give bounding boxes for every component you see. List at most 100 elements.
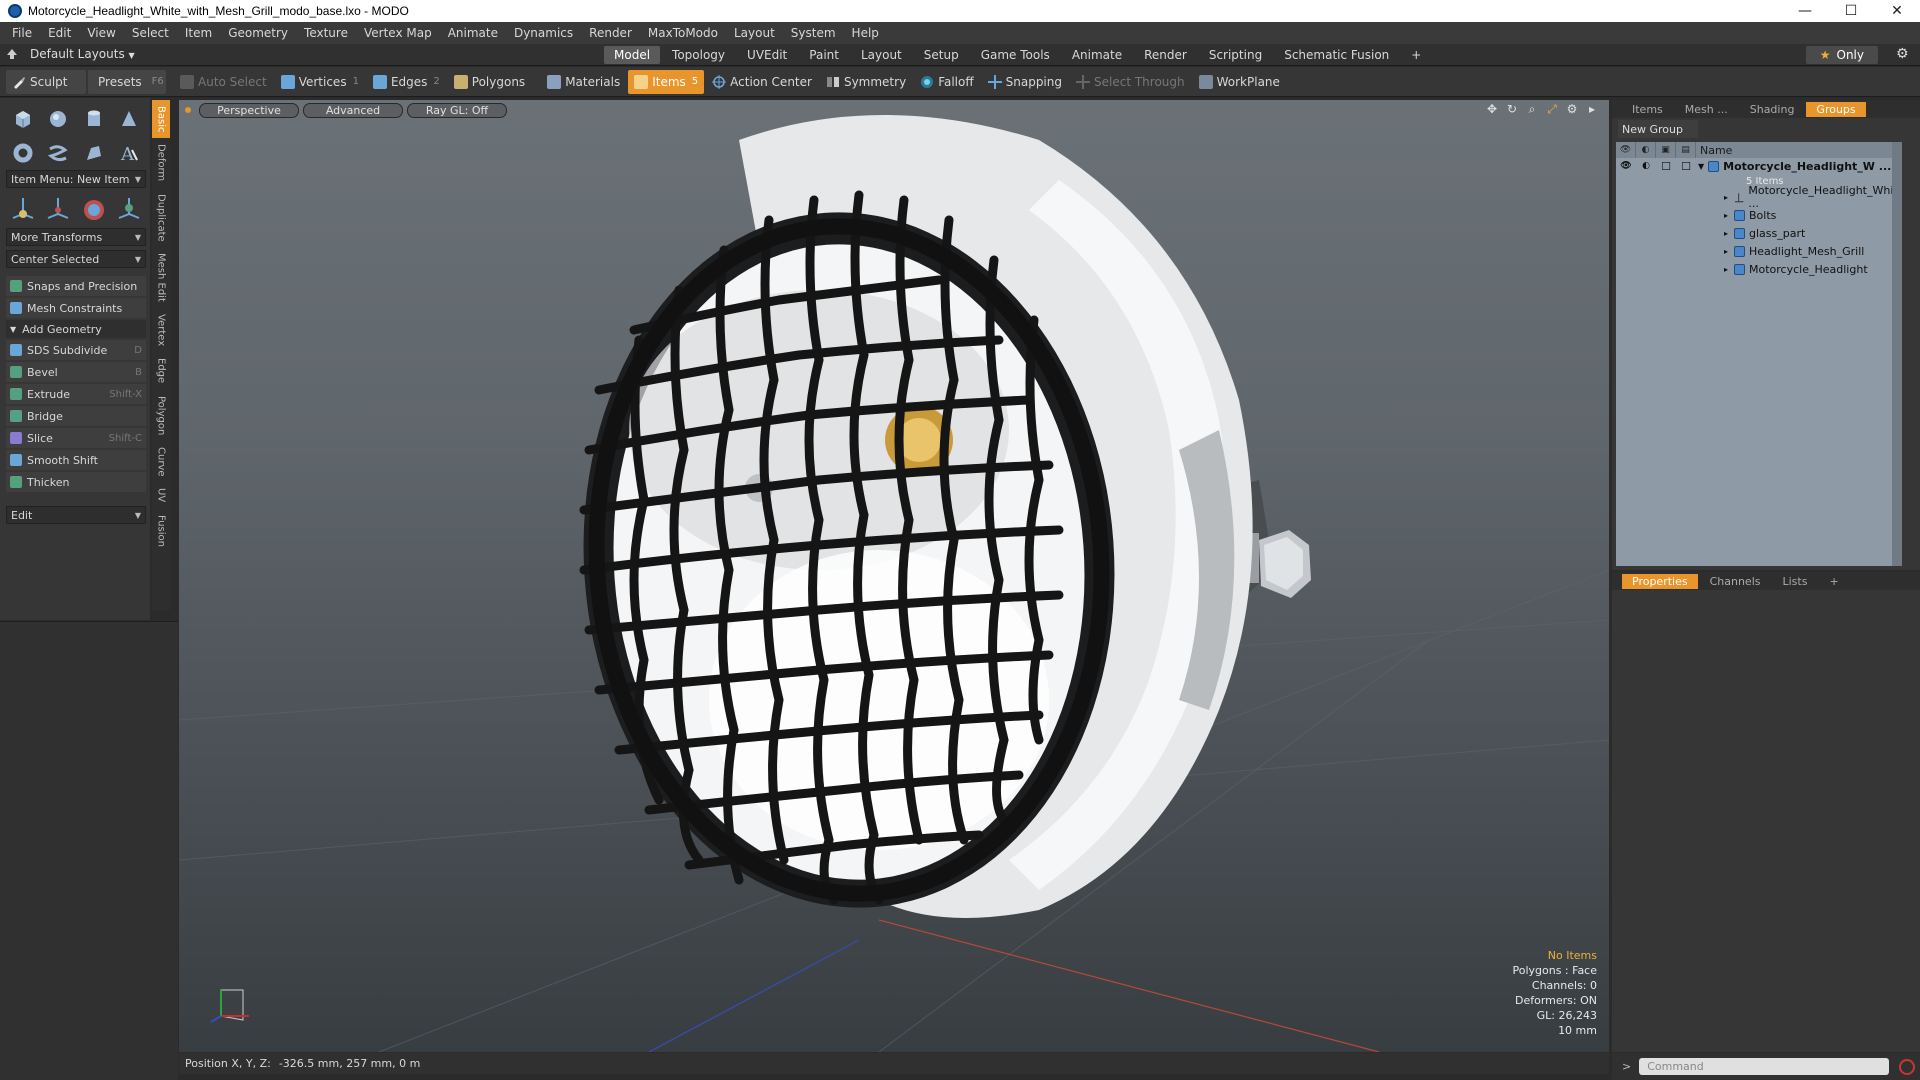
orbit-icon[interactable]: ↻ [1505, 102, 1519, 116]
cylinder-tool[interactable] [79, 104, 109, 134]
3d-viewport[interactable]: Perspective Advanced Ray GL: Off ✥ ↻ ⌕ ⤢… [179, 100, 1609, 1052]
group-select-toggle[interactable]: ☐ [1676, 160, 1696, 173]
viewport-menu-arrow-icon[interactable]: ▸ [1585, 102, 1599, 116]
group-visibility-toggle[interactable]: 👁 [1616, 161, 1636, 171]
close-button[interactable]: ✕ [1874, 0, 1920, 22]
sds-subdivide-button[interactable]: SDS Subdivide D [6, 340, 146, 360]
viewport-gear-icon[interactable]: ⚙ [1565, 102, 1579, 116]
menu-maxtomodo[interactable]: MaxToModo [640, 26, 726, 40]
menu-help[interactable]: Help [844, 26, 887, 40]
group-row[interactable]: 👁 ◐ ☐ ☐ ▼ Motorcycle_Headlight_W ... [1616, 158, 1902, 174]
smooth-shift-button[interactable]: Smooth Shift [6, 450, 146, 470]
menu-geometry[interactable]: Geometry [220, 26, 296, 40]
tab-lists[interactable]: Lists [1773, 574, 1818, 589]
tab-game-tools[interactable]: Game Tools [971, 46, 1060, 64]
vtab-vertex[interactable]: Vertex [152, 308, 170, 352]
slice-button[interactable]: Slice Shift-C [6, 428, 146, 448]
text-tool[interactable]: A [115, 138, 145, 168]
list-item[interactable]: ▸ Motorcycle_Headlight_Whit ... [1616, 184, 1902, 210]
rotate-tool[interactable] [44, 194, 74, 224]
tab-groups[interactable]: Groups [1806, 101, 1866, 117]
tab-paint[interactable]: Paint [799, 46, 849, 64]
select-column-icon[interactable]: ▤ [1676, 142, 1696, 158]
gear-icon[interactable]: ⚙ [1896, 46, 1912, 62]
tab-shading[interactable]: Shading [1740, 102, 1805, 117]
tab-scripting[interactable]: Scripting [1199, 46, 1272, 64]
menu-layout[interactable]: Layout [726, 26, 783, 40]
add-geometry-header[interactable]: ▼ Add Geometry [6, 320, 146, 338]
tab-setup[interactable]: Setup [914, 46, 969, 64]
tab-render[interactable]: Render [1134, 46, 1197, 64]
menu-edit[interactable]: Edit [40, 26, 79, 40]
tab-items[interactable]: Items [1622, 102, 1673, 117]
advanced-button[interactable]: Advanced [303, 102, 403, 118]
list-item[interactable]: ▸ Headlight_Mesh_Grill [1616, 242, 1902, 260]
tab-schematic-fusion[interactable]: Schematic Fusion [1274, 46, 1399, 64]
materials-button[interactable]: Materials [541, 70, 626, 94]
items-button[interactable]: Items 5 [628, 69, 705, 94]
vtab-deform[interactable]: Deform [152, 138, 170, 187]
extrude-button[interactable]: Extrude Shift-X [6, 384, 146, 404]
list-item[interactable]: ▸ Bolts [1616, 206, 1902, 224]
thicken-button[interactable]: Thicken [6, 472, 146, 492]
mesh-constraints-button[interactable]: Mesh Constraints [6, 298, 146, 318]
name-column-header[interactable]: Name [1696, 144, 1732, 157]
lock-column-icon[interactable]: ▣ [1656, 142, 1676, 158]
tab-properties[interactable]: Properties [1622, 573, 1698, 589]
default-layouts-dropdown[interactable]: Default Layouts ▼ [30, 47, 135, 61]
tab-mesh[interactable]: Mesh ... [1675, 102, 1738, 117]
group-lock-toggle[interactable]: ☐ [1656, 160, 1676, 173]
cube-tool[interactable] [8, 104, 38, 134]
tab-channels[interactable]: Channels [1700, 574, 1771, 589]
cone-tool[interactable] [115, 104, 145, 134]
tab-layout[interactable]: Layout [851, 46, 912, 64]
transform-tool[interactable] [115, 194, 145, 224]
vtab-uv[interactable]: UV [152, 482, 170, 508]
add-tab-button[interactable]: + [1401, 46, 1431, 64]
menu-file[interactable]: File [4, 26, 40, 40]
vtab-fusion[interactable]: Fusion [152, 509, 170, 553]
move-tool[interactable] [8, 194, 38, 224]
sphere-tool[interactable] [44, 104, 74, 134]
center-selected-dropdown[interactable]: Center Selected ▼ [6, 250, 146, 268]
more-transforms-dropdown[interactable]: More Transforms ▼ [6, 228, 146, 246]
list-item[interactable]: ▸ glass_part [1616, 224, 1902, 242]
command-input[interactable]: Command [1639, 1058, 1890, 1075]
item-menu-dropdown[interactable]: Item Menu: New Item ▼ [6, 170, 146, 188]
fit-icon[interactable]: ⤢ [1545, 102, 1559, 116]
minimize-button[interactable]: — [1782, 0, 1828, 22]
vtab-curve[interactable]: Curve [152, 441, 170, 483]
list-item[interactable]: ▸ Motorcycle_Headlight [1616, 260, 1902, 278]
menu-dynamics[interactable]: Dynamics [506, 26, 581, 40]
torus-tool[interactable] [8, 138, 38, 168]
group-render-toggle[interactable]: ◐ [1636, 161, 1656, 171]
menu-animate[interactable]: Animate [440, 26, 506, 40]
maximize-button[interactable]: ☐ [1828, 0, 1874, 22]
menu-select[interactable]: Select [124, 26, 177, 40]
groups-scrollbar[interactable] [1892, 142, 1902, 566]
scale-tool[interactable] [79, 194, 109, 224]
only-toggle[interactable]: ★ Only [1805, 46, 1878, 64]
bevel-button[interactable]: Bevel B [6, 362, 146, 382]
visibility-column-icon[interactable]: 👁 [1616, 142, 1636, 158]
menu-item[interactable]: Item [177, 26, 220, 40]
menu-vertex-map[interactable]: Vertex Map [356, 26, 440, 40]
expand-arrow-icon[interactable]: ▼ [1698, 162, 1704, 171]
vtab-polygon[interactable]: Polygon [152, 390, 170, 441]
action-center-button[interactable]: Action Center [706, 70, 818, 94]
layout-arrow-icon[interactable] [6, 48, 18, 60]
polygons-button[interactable]: Polygons [448, 70, 531, 94]
edit-dropdown[interactable]: Edit ▼ [6, 506, 146, 524]
tab-uvedit[interactable]: UVEdit [737, 46, 797, 64]
workplane-button[interactable]: WorkPlane [1193, 70, 1286, 94]
vtab-duplicate[interactable]: Duplicate [152, 188, 170, 248]
edges-button[interactable]: Edges 2 [367, 70, 446, 94]
spiral-tool[interactable] [44, 138, 74, 168]
tab-topology[interactable]: Topology [662, 46, 735, 64]
tab-model[interactable]: Model [604, 46, 661, 64]
pen-tool[interactable] [79, 138, 109, 168]
menu-texture[interactable]: Texture [296, 26, 356, 40]
snapping-button[interactable]: Snapping [982, 70, 1068, 94]
raygl-button[interactable]: Ray GL: Off [407, 102, 507, 118]
record-macro-icon[interactable] [1899, 1058, 1916, 1075]
